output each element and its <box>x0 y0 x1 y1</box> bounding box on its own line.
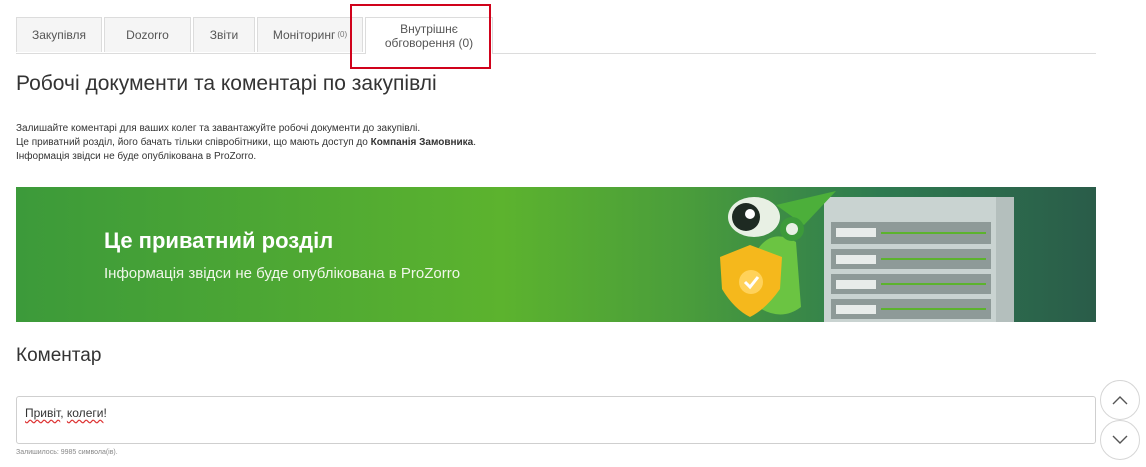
comment-separator: , <box>60 406 67 420</box>
intro-line-2-prefix: Це приватний розділ, його бачать тільки … <box>16 137 371 148</box>
tab-bar: Закупівля Dozorro Звіти Моніторинг (0) Вн… <box>16 17 1096 54</box>
comment-word-1: Привіт <box>25 406 61 420</box>
tab-dozorro[interactable]: Dozorro <box>104 17 191 52</box>
private-section-banner: Це приватний розділ Інформація звідси не… <box>16 187 1096 322</box>
intro-line-2-suffix: . <box>473 137 477 148</box>
tab-count: (0) <box>337 30 348 39</box>
tab-label: Dozorro <box>126 28 169 42</box>
tab-zvity[interactable]: Звіти <box>193 17 255 52</box>
robot-shield-illustration <box>720 191 1014 322</box>
comment-word-2: колеги <box>66 406 104 420</box>
page-title: Робочі документи та коментарі по закупів… <box>16 72 437 95</box>
comment-end: ! <box>103 406 107 420</box>
intro-line-1: Залишайте коментарі для ваших колег та з… <box>16 123 421 134</box>
tab-zakupivlia[interactable]: Закупівля <box>16 17 102 52</box>
intro-line-2: Це приватний розділ, його бачать тільки … <box>16 136 476 150</box>
tab-label: Моніторинг <box>272 28 336 42</box>
characters-remaining: Залишилось: 9985 символа(ів). <box>16 449 118 456</box>
banner-title: Це приватний розділ <box>104 228 334 253</box>
tab-label: Закупівля <box>31 28 87 42</box>
chevron-up-icon <box>1112 396 1128 405</box>
tab-label: Звіти <box>209 28 239 42</box>
comment-heading: Коментар <box>16 345 102 366</box>
intro-line-3: Інформація звідси не буде опублікована в… <box>16 151 257 162</box>
chevron-down-icon <box>1112 435 1128 444</box>
tab-monitoring[interactable]: Моніторинг (0) <box>257 17 363 52</box>
active-tab-highlight <box>350 4 491 69</box>
banner-subtitle: Інформація звідси не буде опублікована в… <box>104 265 461 282</box>
intro-text: Залишайте коментарі для ваших колег та з… <box>16 122 476 164</box>
scroll-down-button[interactable] <box>1100 420 1140 460</box>
company-name: Компанія Замовника <box>370 137 474 148</box>
scroll-up-button[interactable] <box>1100 380 1140 420</box>
comment-textarea[interactable]: Привіт, колеги! <box>16 396 1096 444</box>
